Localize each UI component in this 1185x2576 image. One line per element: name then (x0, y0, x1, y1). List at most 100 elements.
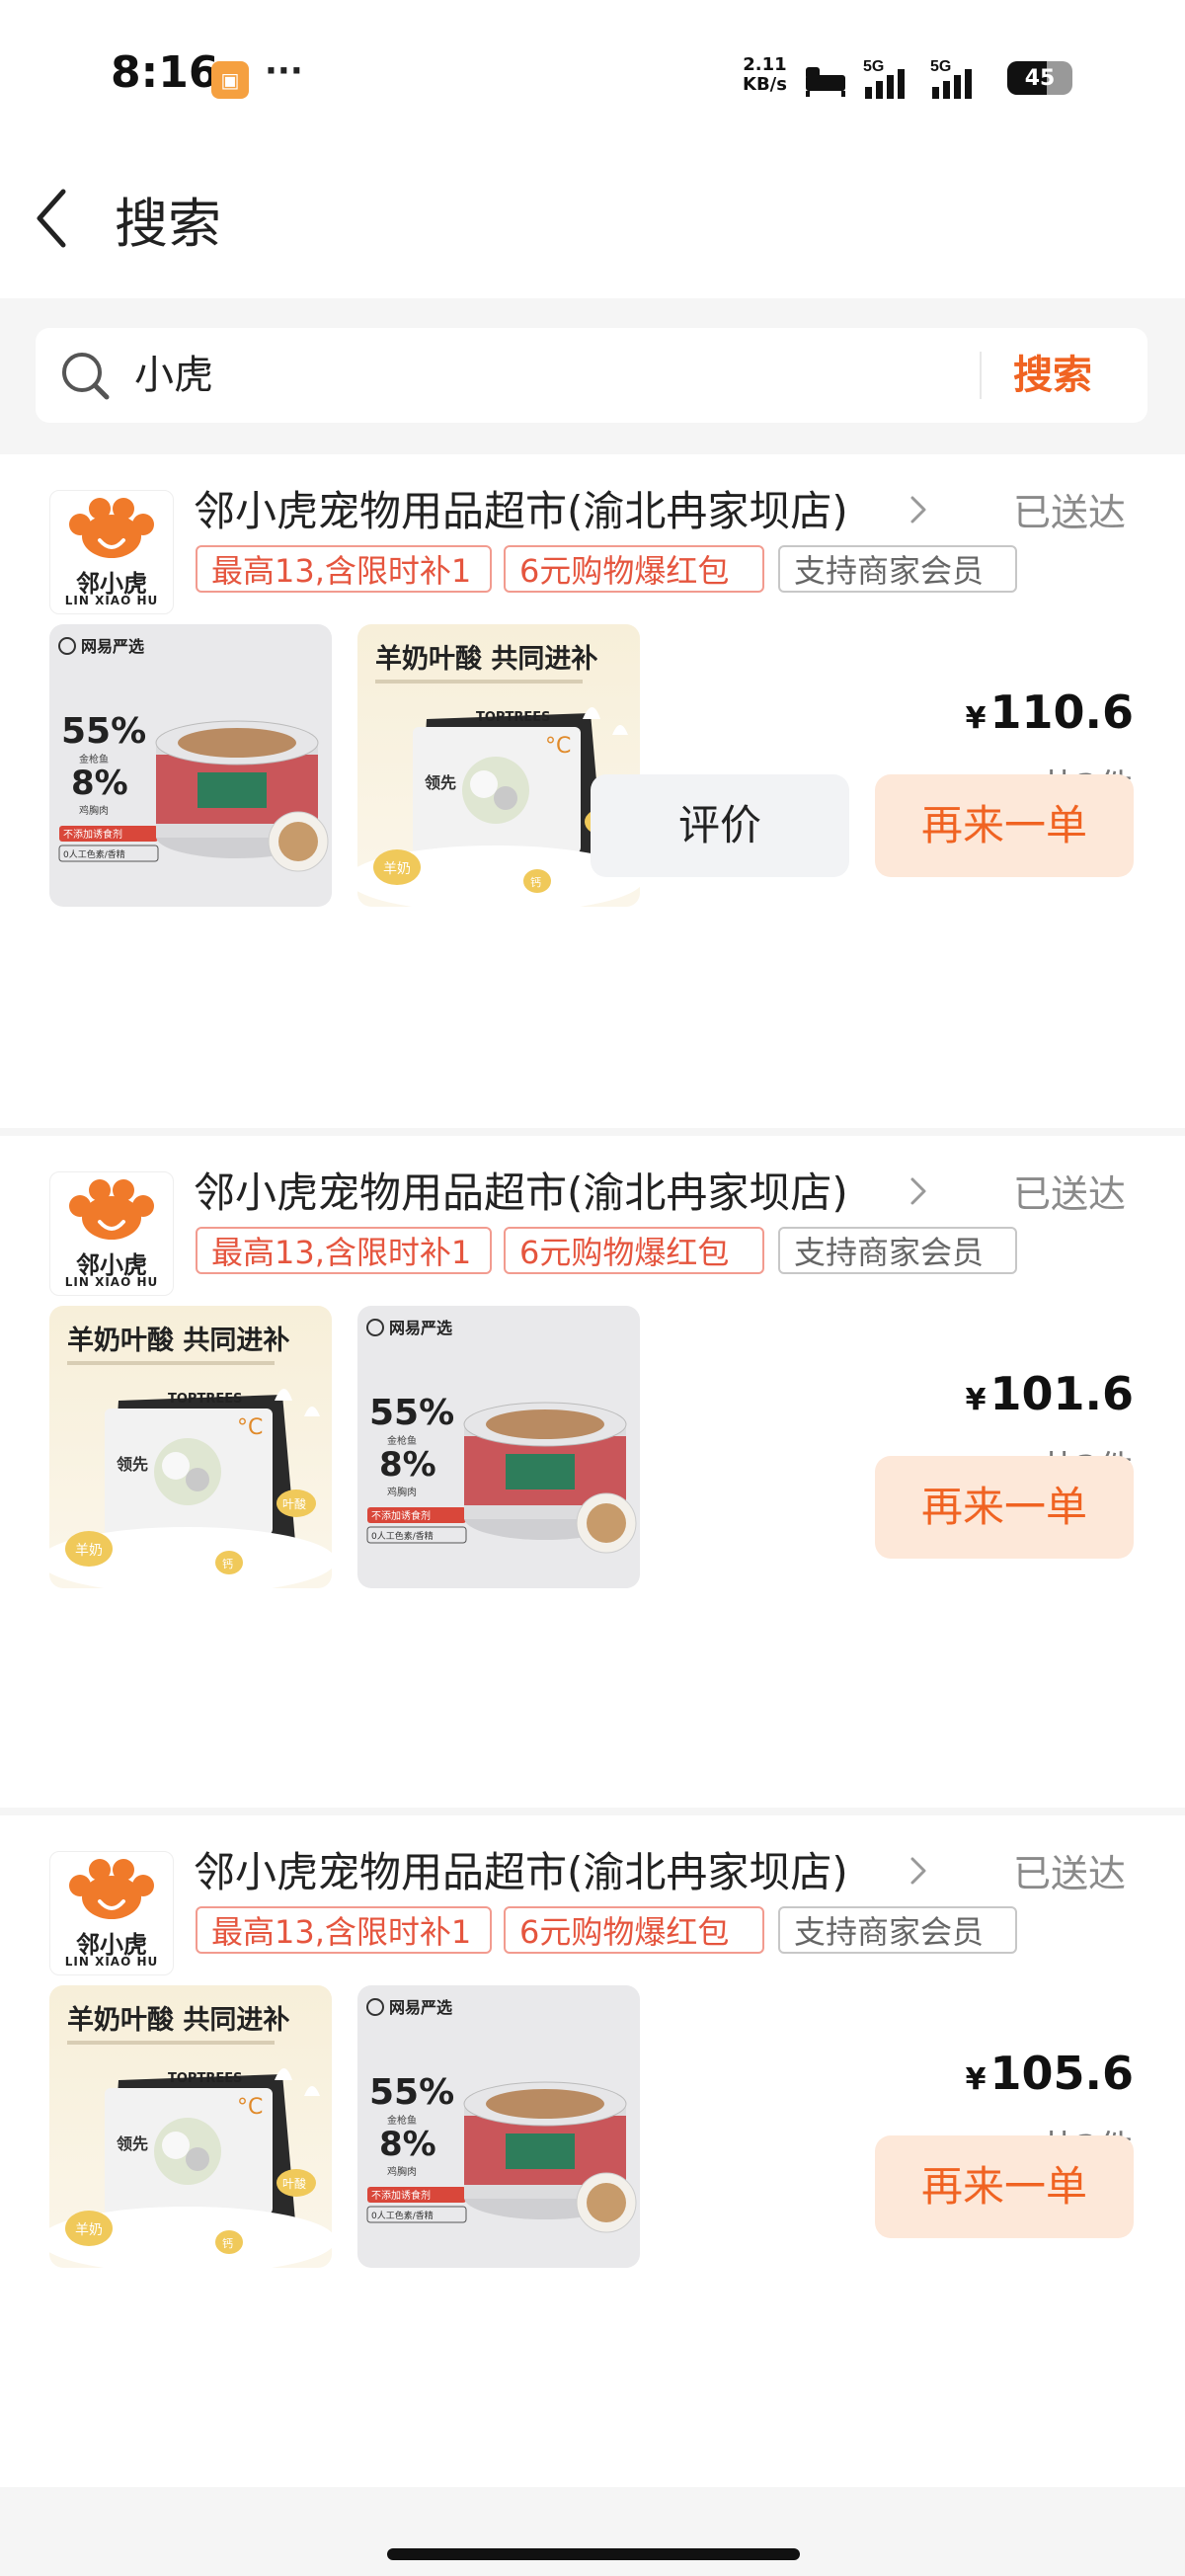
svg-text:0人工色素/香精: 0人工色素/香精 (371, 1530, 434, 1542)
app-notification-icon: ▣ (211, 61, 249, 99)
order-card[interactable]: 邻小虎 LIN XIAO HU 邻小虎宠物用品超市(渝北冉家坝店) 已送达最高13,… (0, 454, 1185, 1128)
product-image-can: 网易严选 55% 金枪鱼 8% 鸡胸肉 不添加诱食剂 0人工色素/香精 (49, 624, 332, 907)
order-status: 已送达 (1013, 1172, 1127, 1216)
product-image-bag: 羊奶叶酸 共同进补 TOPTREES 领先 °C 羊奶 叶酸 钙 (49, 1985, 332, 2268)
svg-text:羊奶叶酸 共同进补: 羊奶叶酸 共同进补 (67, 2004, 289, 2036)
svg-text:网易严选: 网易严选 (389, 1998, 452, 2017)
chevron-right-icon[interactable] (907, 1851, 930, 1891)
chevron-right-icon[interactable] (907, 1171, 930, 1211)
promo-tag: 最高13,含限时补1 (196, 1227, 492, 1274)
svg-text:0人工色素/香精: 0人工色素/香精 (371, 2210, 434, 2221)
shop-logo[interactable]: 邻小虎 LIN XIAO HU (49, 490, 174, 614)
svg-text:鸡胸肉: 鸡胸肉 (387, 1486, 417, 1498)
promo-tag: 支持商家会员 (778, 1906, 1017, 1954)
shop-name[interactable]: 邻小虎宠物用品超市(渝北冉家坝店) (194, 478, 848, 538)
svg-text:55%: 55% (369, 1393, 454, 1433)
order-card[interactable]: 邻小虎 LIN XIAO HU 邻小虎宠物用品超市(渝北冉家坝店) 已送达最高13,… (0, 1136, 1185, 1808)
home-indicator[interactable] (387, 2548, 800, 2560)
shop-name[interactable]: 邻小虎宠物用品超市(渝北冉家坝店) (194, 1160, 848, 1220)
svg-text:羊奶: 羊奶 (75, 1543, 103, 1559)
product-thumbnail[interactable]: 网易严选 55% 金枪鱼 8% 鸡胸肉 不添加诱食剂 0人工色素/香精 (357, 1306, 640, 1588)
battery-icon: 45 (1007, 61, 1072, 95)
svg-text:°C: °C (545, 734, 571, 759)
reorder-button[interactable]: 再来一单 (875, 2135, 1134, 2238)
logo-subtitle: LIN XIAO HU (64, 594, 159, 607)
status-time: 8:16 (111, 47, 219, 98)
reorder-button[interactable]: 再来一单 (875, 774, 1134, 877)
price-value: 101.6 (989, 1367, 1134, 1420)
svg-text:羊奶叶酸 共同进补: 羊奶叶酸 共同进补 (67, 1325, 289, 1356)
order-status: 已送达 (1013, 491, 1127, 534)
svg-text:8%: 8% (379, 1445, 436, 1485)
svg-text:领先: 领先 (117, 1455, 148, 1474)
reorder-button[interactable]: 再来一单 (875, 1456, 1134, 1559)
currency-symbol: ¥ (965, 1383, 987, 1417)
search-box: 搜索 (36, 328, 1147, 423)
shop-name[interactable]: 邻小虎宠物用品超市(渝北冉家坝店) (194, 1839, 848, 1899)
svg-text:不添加诱食剂: 不添加诱食剂 (63, 828, 122, 841)
shop-logo[interactable]: 邻小虎 LIN XIAO HU (49, 1171, 174, 1296)
page-title: 搜索 (115, 193, 221, 255)
svg-text:0人工色素/香精: 0人工色素/香精 (63, 848, 125, 860)
order-status: 已送达 (1013, 1852, 1127, 1895)
promo-tag: 支持商家会员 (778, 545, 1017, 593)
promo-tag: 最高13,含限时补1 (196, 545, 492, 593)
price-value: 105.6 (989, 2047, 1134, 2100)
more-notifications-icon: ··· (265, 51, 303, 91)
shop-logo[interactable]: 邻小虎 LIN XIAO HU (49, 1851, 174, 1975)
promo-tag: 6元购物爆红包 (504, 1227, 764, 1274)
bed-icon (806, 67, 845, 97)
svg-text:TOPTREES: TOPTREES (168, 1392, 242, 1407)
svg-text:不添加诱食剂: 不添加诱食剂 (371, 2189, 431, 2202)
svg-text:领先: 领先 (425, 773, 456, 792)
svg-text:羊奶: 羊奶 (383, 861, 411, 877)
network-speed: 2.11 KB/s (743, 55, 787, 95)
search-button[interactable]: 搜索 (1013, 328, 1092, 423)
svg-text:羊奶: 羊奶 (75, 2222, 103, 2238)
nav-bar: 搜索 (0, 148, 1185, 298)
chevron-left-icon[interactable] (34, 184, 73, 253)
promo-tag: 6元购物爆红包 (504, 1906, 764, 1954)
svg-text:网易严选: 网易严选 (81, 637, 144, 656)
product-thumbnail[interactable]: 网易严选 55% 金枪鱼 8% 鸡胸肉 不添加诱食剂 0人工色素/香精 (357, 1985, 640, 2268)
svg-text:8%: 8% (379, 2125, 436, 2164)
review-button[interactable]: 评价 (591, 774, 849, 877)
svg-text:TOPTREES: TOPTREES (168, 2071, 242, 2086)
network2-label: 5G (930, 58, 951, 75)
promo-tag: 最高13,含限时补1 (196, 1906, 492, 1954)
product-thumbnail[interactable]: 羊奶叶酸 共同进补 TOPTREES 领先 °C 羊奶 叶酸 钙 (49, 1306, 332, 1588)
product-image-can: 网易严选 55% 金枪鱼 8% 鸡胸肉 不添加诱食剂 0人工色素/香精 (357, 1985, 640, 2268)
network1-label: 5G (863, 58, 884, 75)
svg-text:°C: °C (237, 2095, 263, 2120)
product-thumbnail[interactable]: 羊奶叶酸 共同进补 TOPTREES 领先 °C 羊奶 叶酸 钙 (49, 1985, 332, 2268)
order-price: ¥110.6 (966, 685, 1134, 739)
status-bar: 8:16 ▣ ··· 2.11 KB/s 5G 5G 45 (0, 0, 1185, 148)
svg-text:羊奶叶酸 共同进补: 羊奶叶酸 共同进补 (375, 643, 597, 675)
svg-text:55%: 55% (61, 711, 146, 752)
promo-tag: 6元购物爆红包 (504, 545, 764, 593)
product-thumbnail[interactable]: 网易严选 55% 金枪鱼 8% 鸡胸肉 不添加诱食剂 0人工色素/香精 (49, 624, 332, 907)
svg-text:叶酸: 叶酸 (282, 1496, 306, 1511)
battery-level: 45 (1024, 65, 1056, 91)
order-card[interactable]: 邻小虎 LIN XIAO HU 邻小虎宠物用品超市(渝北冉家坝店) 已送达最高13,… (0, 1815, 1185, 2487)
svg-text:TOPTREES: TOPTREES (476, 710, 550, 725)
product-image-can: 网易严选 55% 金枪鱼 8% 鸡胸肉 不添加诱食剂 0人工色素/香精 (357, 1306, 640, 1588)
logo-subtitle: LIN XIAO HU (64, 1275, 159, 1289)
svg-text:鸡胸肉: 鸡胸肉 (387, 2165, 417, 2178)
network-speed-unit: KB/s (743, 74, 787, 95)
svg-text:叶酸: 叶酸 (282, 2176, 306, 2191)
svg-text:不添加诱食剂: 不添加诱食剂 (371, 1509, 431, 1522)
chevron-right-icon[interactable] (907, 490, 930, 529)
logo-subtitle: LIN XIAO HU (64, 1955, 159, 1969)
svg-text:钙: 钙 (530, 875, 541, 889)
price-value: 110.6 (989, 685, 1134, 739)
svg-text:领先: 领先 (117, 2134, 148, 2153)
svg-text:网易严选: 网易严选 (389, 1319, 452, 1337)
search-input[interactable] (134, 328, 974, 423)
svg-text:8%: 8% (71, 764, 128, 803)
svg-text:55%: 55% (369, 2072, 454, 2113)
svg-text:鸡胸肉: 鸡胸肉 (79, 804, 109, 817)
currency-symbol: ¥ (965, 2062, 987, 2097)
order-price: ¥105.6 (966, 2047, 1134, 2100)
product-image-bag: 羊奶叶酸 共同进补 TOPTREES 领先 °C 羊奶 叶酸 钙 (49, 1306, 332, 1588)
